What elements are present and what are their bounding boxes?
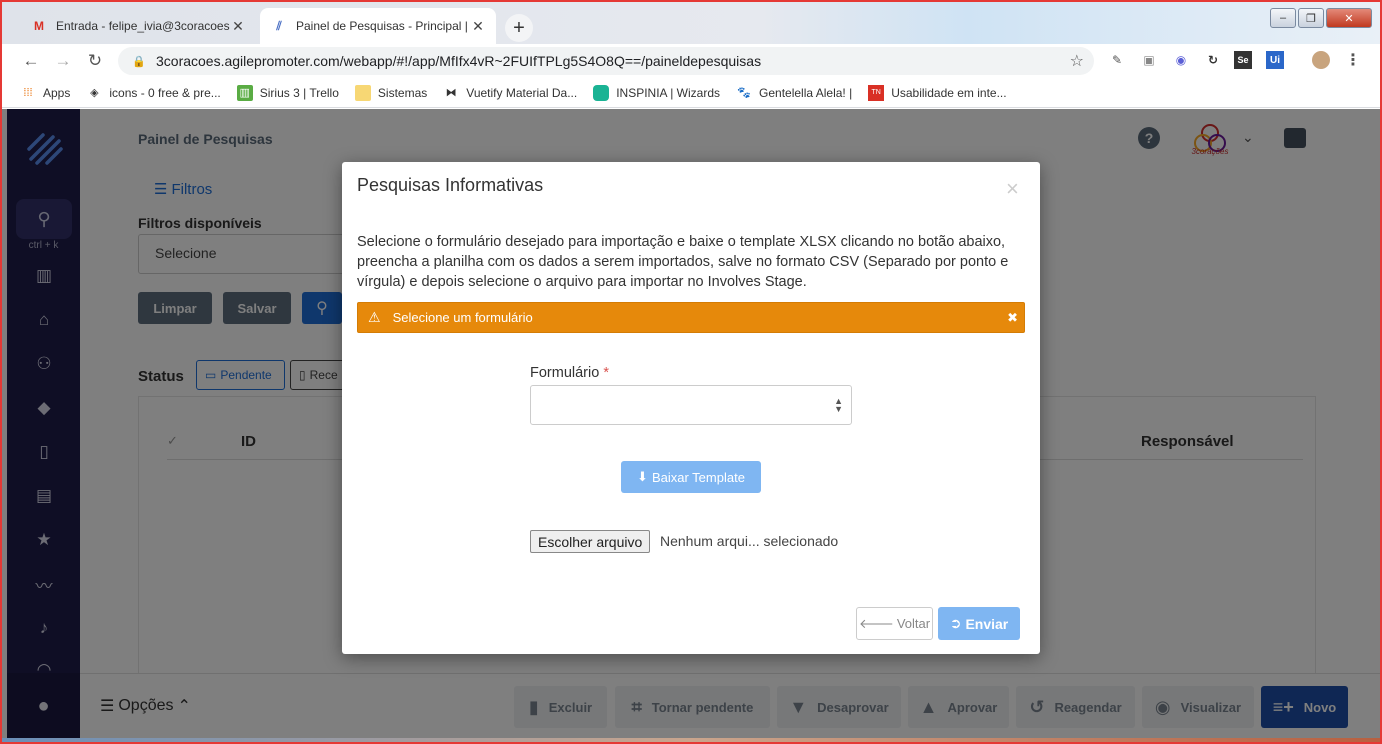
bookmark-apps[interactable]: ⁞⁞⁞ Apps (20, 85, 70, 101)
bookmark-vuetify[interactable]: ⧓ Vuetify Material Da... (443, 85, 577, 101)
warning-icon: ⚠ (368, 309, 381, 325)
lock-icon: 🔒 (132, 55, 146, 68)
maximize-button[interactable]: ❐ (1298, 8, 1324, 28)
bookmark-label: Sistemas (377, 85, 428, 100)
inspinia-icon (593, 84, 610, 101)
close-icon[interactable]: × (1006, 176, 1019, 202)
arrow-left-icon: 🡐 (858, 615, 894, 631)
required-marker: * (603, 365, 609, 381)
gmail-icon: M (34, 19, 44, 33)
tab-title: Entrada - felipe_ivia@3coracoes.c (56, 19, 230, 33)
browser-tab-strip: M Entrada - felipe_ivia@3coracoes.c ✕ ⫽ … (2, 2, 1380, 44)
download-icon: ⬇ (637, 469, 648, 484)
bookmark-gentelella[interactable]: 🐾 Gentelella Alela! | (736, 85, 852, 101)
screen-extension-icon[interactable]: ▣ (1140, 51, 1158, 69)
back-button[interactable]: 🡐 Voltar (856, 607, 933, 640)
forward-button[interactable]: → (52, 50, 74, 72)
url-text: 3coracoes.agilepromoter.com/webapp/#!/ap… (156, 53, 762, 69)
bookmark-label: Usabilidade em inte... (891, 85, 1007, 100)
profile-avatar[interactable] (1312, 51, 1330, 69)
bookmark-inspinia[interactable]: INSPINIA | Wizards (593, 84, 721, 101)
modal-title: Pesquisas Informativas (357, 175, 544, 195)
submit-button[interactable]: ➲ Enviar (938, 607, 1020, 640)
selenium-extension-icon[interactable]: Se (1234, 51, 1252, 69)
form-label-text: Formulário (530, 365, 600, 381)
form-select-label: Formulário * (530, 365, 609, 381)
bookmark-star-icon[interactable]: ☆ (1070, 51, 1084, 71)
close-tab-icon[interactable]: ✕ (470, 18, 486, 35)
bookmark-usabilidade[interactable]: TN Usabilidade em inte... (868, 84, 1007, 101)
tab-title: Painel de Pesquisas - Principal | I (296, 19, 470, 33)
button-label: Baixar Template (651, 469, 745, 485)
bookmark-label: Apps (43, 85, 71, 100)
trello-icon: ▥ (236, 84, 253, 101)
close-window-button[interactable]: ✕ (1326, 8, 1372, 28)
bookmark-label: icons - 0 free & pre... (109, 85, 221, 100)
bookmark-sistemas[interactable]: Sistemas (354, 84, 428, 101)
sync-extension-icon[interactable]: ↻ (1204, 51, 1222, 69)
new-tab-button[interactable]: + (505, 14, 533, 42)
apps-grid-icon: ⁞⁞⁞ (23, 86, 33, 99)
bookmarks-bar: ⁞⁞⁞ Apps ◈ icons - 0 free & pre... ▥ Sirius… (2, 78, 1380, 108)
omnibox[interactable]: 🔒 3coracoes.agilepromoter.com/webapp/#!/… (118, 47, 1094, 75)
import-modal: Pesquisas Informativas × Selecione o for… (342, 162, 1040, 654)
tab-painel-pesquisas[interactable]: ⫽ Painel de Pesquisas - Principal | I ✕ (260, 8, 496, 44)
vuetify-icon: ⧓ (445, 87, 457, 99)
window-controls: – ❐ ✕ (1270, 8, 1372, 28)
close-tab-icon[interactable]: ✕ (230, 18, 246, 35)
reload-button[interactable]: ↻ (84, 50, 106, 72)
button-label: Enviar (965, 615, 1009, 632)
alert-text: Selecione um formulário (392, 310, 533, 325)
file-status-text: Nenhum arqui... selecionado (660, 533, 839, 549)
app-area: ⚲ ctrl + k ▥ ⌂ ⚇ ◆ ▯ ▤ ★ 〰 ♪ ◠ ● Painel … (2, 109, 1380, 740)
tab-gmail[interactable]: M Entrada - felipe_ivia@3coracoes.c ✕ (20, 8, 256, 44)
bookmark-icons[interactable]: ◈ icons - 0 free & pre... (86, 85, 221, 101)
warning-alert: ⚠ Selecione um formulário ✖ (357, 302, 1025, 333)
bookmark-label: INSPINIA | Wizards (616, 85, 721, 100)
bookmark-label: Sirius 3 | Trello (259, 85, 339, 100)
bookmark-trello[interactable]: ▥ Sirius 3 | Trello (236, 84, 339, 101)
tn-icon: TN (868, 84, 885, 101)
select-arrows-icon: ▲ ▼ (834, 396, 843, 414)
bookmark-label: Gentelella Alela! | (759, 85, 853, 100)
button-label: Voltar (896, 616, 931, 631)
arrow-circle-icon: ➲ (949, 615, 962, 631)
close-alert-icon[interactable]: ✖ (1007, 310, 1018, 326)
uipath-extension-icon[interactable]: Ui (1266, 51, 1284, 69)
chrome-menu-icon[interactable]: ⋮ (1344, 51, 1362, 69)
eyedropper-extension-icon[interactable]: ✎ (1108, 51, 1126, 69)
modal-description: Selecione o formulário desejado para imp… (357, 234, 1009, 290)
os-taskbar (2, 738, 1380, 744)
check-extension-icon[interactable]: ◉ (1172, 51, 1190, 69)
bookmark-label: Vuetify Material Da... (466, 85, 578, 100)
download-template-button[interactable]: ⬇ Baixar Template (621, 461, 761, 493)
icons-icon: ◈ (90, 87, 99, 99)
folder-icon (354, 84, 371, 101)
back-button[interactable]: ← (20, 50, 42, 72)
address-bar-row: ← → ↻ 🔒 3coracoes.agilepromoter.com/weba… (2, 44, 1380, 78)
minimize-button[interactable]: – (1270, 8, 1296, 28)
choose-file-button[interactable]: Escolher arquivo (530, 530, 651, 553)
gentelella-icon: 🐾 (737, 87, 751, 99)
agile-icon: ⫽ (276, 18, 282, 33)
form-select[interactable]: ▲ ▼ (530, 385, 852, 425)
